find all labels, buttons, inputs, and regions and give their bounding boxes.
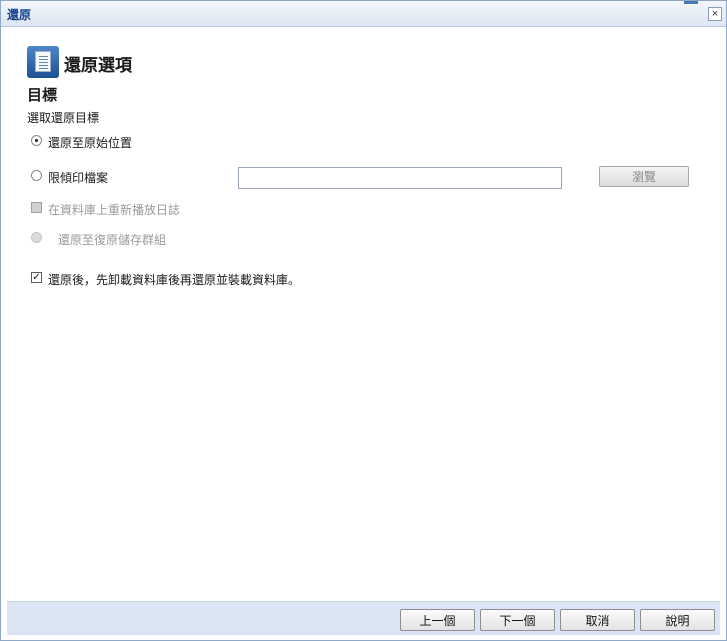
restore-options-icon [27,46,59,78]
dialog-footer: 上一個 下一個 取消 說明 [7,601,720,635]
replay-logs-checkbox [31,202,42,213]
help-button[interactable]: 說明 [640,609,715,631]
restore-original-radio[interactable] [31,135,42,146]
dump-file-radio[interactable] [31,170,42,181]
title-bar-accent [684,1,698,4]
title-bar[interactable]: 還原 × [1,1,726,27]
replay-logs-label: 在資料庫上重新播放日誌 [48,203,181,217]
recovery-group-radio [31,232,42,243]
page-title: 還原選項 [64,56,132,76]
dump-file-path-input[interactable] [238,167,562,189]
restore-dialog: 還原 × 還原選項 目標 選取還原目標 還原至原始位置 限傾印檔案 瀏覽 在資料… [0,0,727,641]
dismount-checkbox[interactable]: ✓ [31,272,42,283]
window-title: 還原 [7,8,32,22]
close-icon: × [711,8,719,20]
next-button[interactable]: 下一個 [480,609,555,631]
dialog-content: 還原選項 目標 選取還原目標 還原至原始位置 限傾印檔案 瀏覽 在資料庫上重新播… [7,28,720,601]
browse-button[interactable]: 瀏覽 [599,166,689,187]
dump-file-label: 限傾印檔案 [48,171,109,185]
restore-original-label: 還原至原始位置 [48,136,133,150]
recovery-group-label: 還原至復原儲存群組 [58,233,167,247]
cancel-button[interactable]: 取消 [560,609,635,631]
section-subtitle: 選取還原目標 [27,111,100,125]
dismount-label: 還原後，先卸載資料庫後再還原並裝載資料庫。 [48,273,301,287]
section-title: 目標 [27,86,58,104]
close-button[interactable]: × [708,7,722,21]
previous-button[interactable]: 上一個 [400,609,475,631]
